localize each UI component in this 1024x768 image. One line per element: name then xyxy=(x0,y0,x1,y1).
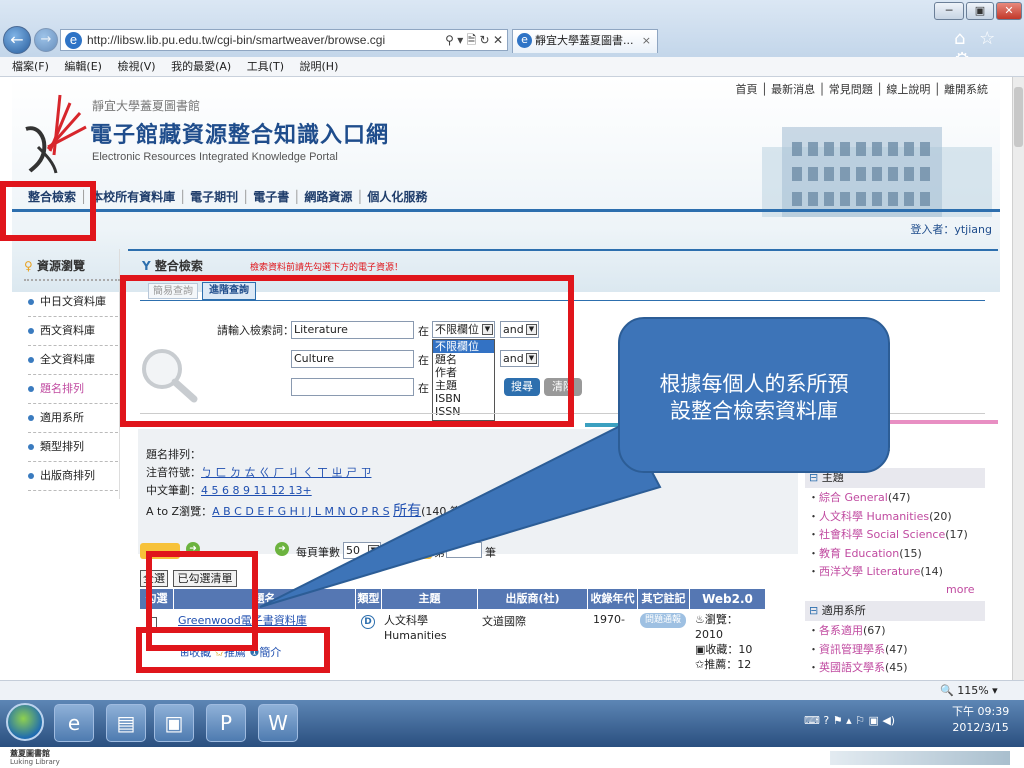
taskbar: e ▤ ▣ P W ⌨ ? ⚑ ▴ ⚐ ▣ ◀) 下午 09:39 2012/3… xyxy=(0,700,1024,747)
annotation-nav-highlight xyxy=(0,181,96,241)
back-icon[interactable]: ← xyxy=(3,26,31,54)
more-link[interactable]: more xyxy=(946,583,975,596)
menu-bar: 檔案(F) 編輯(E) 檢視(V) 我的最愛(A) 工具(T) 說明(H) xyxy=(0,57,1024,77)
address-url: http://libsw.lib.pu.edu.tw/cgi-bin/smart… xyxy=(87,33,386,47)
slide-footer: 蓋夏圖書館 Luking Library xyxy=(0,747,1024,768)
browser-chrome: ─ ▣ ✕ ← → e http://libsw.lib.pu.edu.tw/c… xyxy=(0,0,1024,70)
taskbar-ie-icon[interactable]: e xyxy=(54,704,94,742)
portal-title: 電子館藏資源整合知識入口網 xyxy=(90,123,390,148)
system-tray-icons[interactable]: ⌨ ? ⚑ ▴ ⚐ ▣ ◀) xyxy=(804,714,895,727)
sidebar-item-cjk-db[interactable]: 中日文資料庫 xyxy=(28,288,118,317)
footer-building-strip xyxy=(830,751,1010,765)
department-item[interactable]: ・資訊管理學系(47) xyxy=(808,641,988,660)
department-item[interactable]: ・英國語文學系(45) xyxy=(808,659,988,678)
login-info: 登入者：ytjiang xyxy=(910,221,992,237)
restore-button[interactable]: ▣ xyxy=(966,2,994,20)
row-subject: 人文科學 Humanities xyxy=(384,614,447,642)
top-link-home[interactable]: 首頁 xyxy=(736,83,758,96)
web-page: 靜宜大學蓋夏圖書館 電子館藏資源整合知識入口網 Electronic Resou… xyxy=(0,77,1012,680)
annotation-actions-highlight xyxy=(136,627,330,673)
footer-library-en: Luking Library xyxy=(10,758,60,766)
taskbar-explorer-icon[interactable]: ▤ xyxy=(106,704,146,742)
menu-file[interactable]: 檔案(F) xyxy=(12,60,49,73)
top-link-news[interactable]: 最新消息 xyxy=(771,83,815,96)
sidebar-item-western-db[interactable]: 西文資料庫 xyxy=(28,317,118,346)
login-user: ytjiang xyxy=(954,223,992,236)
clock[interactable]: 下午 09:39 2012/3/15 xyxy=(952,704,1009,736)
menu-tools[interactable]: 工具(T) xyxy=(247,60,284,73)
scroll-thumb[interactable] xyxy=(1014,87,1023,147)
row-web20-stats: ♨瀏覽： 2010 ▣收藏：10 ✩推薦：12 xyxy=(695,613,753,671)
tab-ie-icon: e xyxy=(517,33,532,48)
nav-ejournals[interactable]: 電子期刊 xyxy=(190,190,238,204)
nav-personal-service[interactable]: 個人化服務 xyxy=(367,190,427,204)
close-window-button[interactable]: ✕ xyxy=(996,2,1022,20)
sidebar-item-type-sort[interactable]: 類型排列 xyxy=(28,433,118,462)
menu-help[interactable]: 說明(H) xyxy=(300,60,339,73)
department-list: ・各系適用(67) ・資訊管理學系(47) ・英國語文學系(45) xyxy=(808,622,988,678)
nav-ebooks[interactable]: 電子書 xyxy=(253,190,289,204)
login-label: 登入者： xyxy=(910,223,955,236)
top-link-faq[interactable]: 常見問題 xyxy=(829,83,873,96)
menu-edit[interactable]: 編輯(E) xyxy=(64,60,102,73)
address-tools-icon[interactable]: ⚲ ▾ 🗎 ↻ ✕ xyxy=(445,30,503,50)
minimize-button[interactable]: ─ xyxy=(934,2,964,20)
library-logo-icon xyxy=(25,94,87,174)
search-funnel-icon: Y xyxy=(142,259,151,273)
ie-page-icon: e xyxy=(65,32,82,49)
lightbulb-icon: ♀ xyxy=(24,259,33,273)
title-sort-label: 題名排列： xyxy=(146,448,201,461)
sidebar-item-title-sort[interactable]: 題名排列 xyxy=(28,375,118,404)
nav-web-resources[interactable]: 網路資源 xyxy=(304,190,352,204)
menu-favorites[interactable]: 我的最愛(A) xyxy=(171,60,231,73)
sidebar-item-publisher-sort[interactable]: 出版商排列 xyxy=(28,462,118,491)
callout-bubble: 根據每個人的系所預 設整合檢索資料庫 xyxy=(618,317,890,473)
taskbar-powerpoint-icon[interactable]: P xyxy=(206,704,246,742)
taskbar-outlook-icon[interactable]: ▣ xyxy=(154,704,194,742)
status-bar: 🔍 115% ▾ xyxy=(0,680,1024,700)
search-panel-topline xyxy=(128,249,998,251)
forward-icon[interactable]: → xyxy=(34,28,58,52)
browser-tab[interactable]: e 靜宜大學蓋夏圖書... × xyxy=(512,29,658,53)
search-title: Y 整合檢索 xyxy=(142,259,203,273)
zoom-level[interactable]: 🔍 115% ▾ xyxy=(940,681,998,700)
portal-subtitle: Electronic Resources Integrated Knowledg… xyxy=(92,151,338,163)
top-links: 首頁 │ 最新消息 │ 常見問題 │ 線上說明 │ 離開系統 xyxy=(735,83,989,96)
department-item[interactable]: ・各系適用(67) xyxy=(808,622,988,641)
tab-close-icon[interactable]: × xyxy=(642,30,651,52)
top-link-exit[interactable]: 離開系統 xyxy=(944,83,988,96)
main-nav: 整合檢索 │ 本校所有資料庫 │ 電子期刊 │ 電子書 │ 網路資源 │ 個人化服務 xyxy=(12,182,1000,212)
search-hint: 檢索資料前請先勾選下方的電子資源！ xyxy=(250,263,404,273)
favorite-icon: ▣ xyxy=(695,643,706,656)
sidebar-item-fulltext-db[interactable]: 全文資料庫 xyxy=(28,346,118,375)
start-button[interactable] xyxy=(6,703,44,741)
database-type-icon: D xyxy=(361,615,375,629)
recommend-icon: ✩ xyxy=(695,658,705,671)
taskbar-word-icon[interactable]: W xyxy=(258,704,298,742)
top-link-help[interactable]: 線上說明 xyxy=(886,83,930,96)
tab-title: 靜宜大學蓋夏圖書... xyxy=(535,34,634,47)
nav-all-databases[interactable]: 本校所有資料庫 xyxy=(91,190,175,204)
library-name: 靜宜大學蓋夏圖書館 xyxy=(92,99,201,113)
menu-view[interactable]: 檢視(V) xyxy=(117,60,155,73)
sidebar-title: ♀ 資源瀏覽 xyxy=(24,259,85,273)
sidebar-item-department[interactable]: 適用系所 xyxy=(28,404,118,433)
address-bar[interactable]: e http://libsw.lib.pu.edu.tw/cgi-bin/sma… xyxy=(60,29,508,51)
vertical-scrollbar[interactable] xyxy=(1012,77,1024,680)
